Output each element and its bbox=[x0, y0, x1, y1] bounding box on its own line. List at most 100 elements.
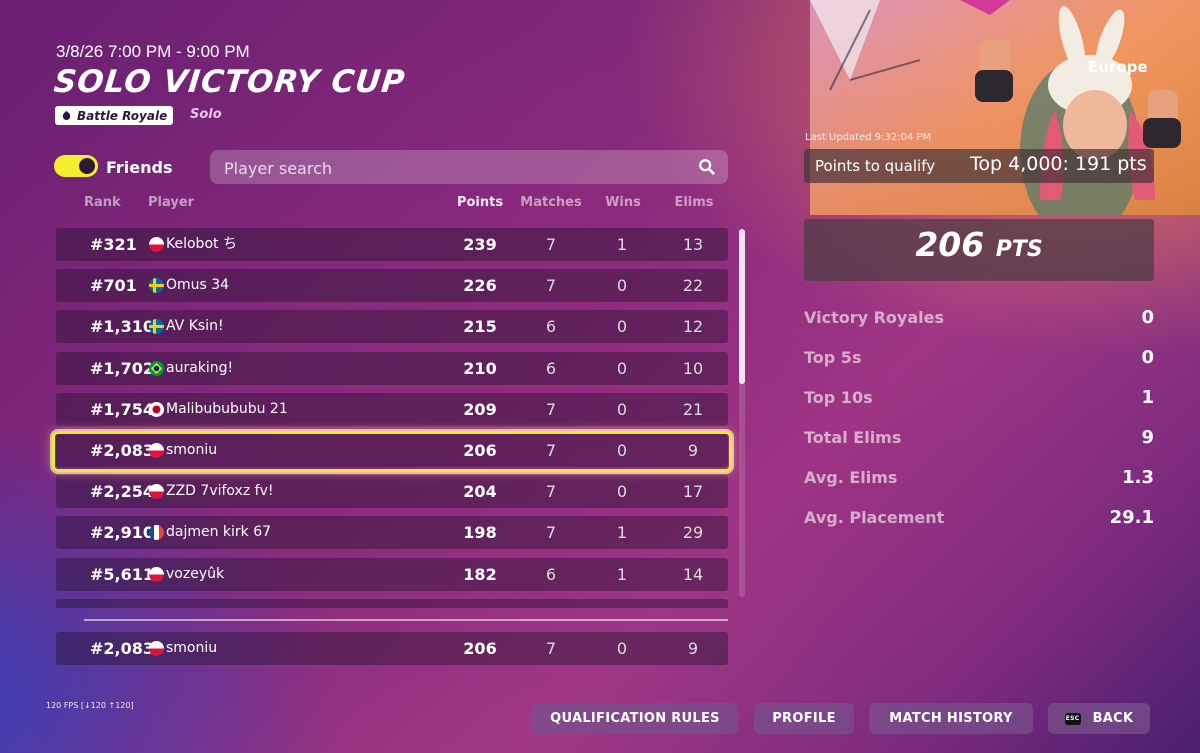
qualification-rules-button[interactable]: QUALIFICATION RULES bbox=[532, 703, 738, 734]
row-rank: #1,702 bbox=[90, 358, 155, 378]
row-matches: 7 bbox=[545, 399, 557, 419]
column-header-rank: Rank bbox=[84, 195, 121, 210]
player-search[interactable] bbox=[210, 150, 728, 186]
scrollbar-thumb[interactable] bbox=[739, 229, 745, 384]
stat-value: 1 bbox=[1141, 387, 1154, 408]
battle-royale-icon bbox=[62, 110, 71, 121]
self-row-container: #2,083 smoniu 206 7 0 9 bbox=[56, 632, 728, 665]
row-player-name: AV Ksin! bbox=[166, 318, 224, 335]
match-history-button[interactable]: MATCH HISTORY bbox=[869, 703, 1033, 734]
row-matches: 7 bbox=[545, 276, 557, 296]
search-icon[interactable] bbox=[698, 158, 716, 176]
row-points: 226 bbox=[463, 276, 497, 296]
profile-button[interactable]: PROFILE bbox=[754, 703, 854, 734]
stat-value: 29.1 bbox=[1109, 507, 1154, 528]
column-header-wins[interactable]: Wins bbox=[593, 195, 653, 210]
stat-label: Top 10s bbox=[804, 388, 873, 407]
row-player-name: Kelobot ち bbox=[166, 236, 237, 252]
leaderboard-row[interactable]: #2,254 ZZD 7vifoxz fv! 204 7 0 17 bbox=[56, 475, 728, 509]
row-player-name: vozeyûk bbox=[166, 565, 225, 582]
self-wins: 0 bbox=[616, 639, 628, 658]
self-row[interactable]: #2,083 smoniu 206 7 0 9 bbox=[56, 632, 728, 665]
row-rank: #1,754 bbox=[90, 399, 155, 419]
stat-value: 1.3 bbox=[1122, 467, 1154, 488]
qualification-rules-label: QUALIFICATION RULES bbox=[550, 711, 720, 726]
stat-value: 9 bbox=[1141, 427, 1154, 448]
row-wins: 0 bbox=[616, 482, 628, 502]
stat-value: 0 bbox=[1141, 347, 1154, 368]
row-player-name: ZZD 7vifoxz fv! bbox=[166, 483, 274, 500]
row-player-name: Malibubububu 21 bbox=[166, 400, 288, 417]
event-title: SOLO VICTORY CUP bbox=[52, 64, 408, 100]
row-matches: 7 bbox=[545, 235, 557, 254]
leaderboard-list[interactable]: #321 Kelobot ち 239 7 1 13 #701 Omus 34 226 7 0 22 #1… bbox=[56, 228, 728, 608]
column-header-elims[interactable]: Elims bbox=[664, 195, 724, 210]
stat-label: Total Elims bbox=[804, 428, 902, 447]
row-wins: 0 bbox=[616, 317, 628, 337]
brazil-flag-icon bbox=[149, 360, 164, 376]
back-button[interactable]: ESC BACK bbox=[1048, 703, 1150, 734]
mode-badge: Battle Royale bbox=[55, 106, 174, 125]
row-rank: #2,254 bbox=[90, 482, 155, 502]
event-date-time: 3/8/26 7:00 PM - 9:00 PM bbox=[56, 42, 250, 61]
row-wins: 1 bbox=[616, 235, 628, 254]
match-history-label: MATCH HISTORY bbox=[889, 711, 1013, 726]
row-matches: 6 bbox=[545, 358, 557, 378]
leaderboard-row-partial[interactable] bbox=[56, 598, 728, 608]
row-wins: 0 bbox=[616, 358, 628, 378]
leaderboard-row[interactable]: #321 Kelobot ち 239 7 1 13 bbox=[56, 228, 728, 261]
row-elims: 10 bbox=[682, 358, 704, 378]
row-elims: 14 bbox=[682, 564, 704, 584]
row-points: 210 bbox=[463, 358, 497, 378]
player-search-input[interactable] bbox=[222, 150, 686, 186]
row-points: 182 bbox=[463, 564, 497, 584]
leaderboard-row[interactable]: #2,910 dajmen kirk 67 198 7 1 29 bbox=[56, 516, 728, 550]
leaderboard-row[interactable]: #5,611 vozeyûk 182 6 1 14 bbox=[56, 557, 728, 591]
back-label: BACK bbox=[1092, 711, 1134, 726]
self-player-name: smoniu bbox=[166, 640, 218, 656]
self-matches: 7 bbox=[545, 639, 557, 658]
leaderboard-row[interactable]: #701 Omus 34 226 7 0 22 bbox=[56, 269, 728, 303]
poland-flag-icon bbox=[149, 641, 164, 656]
row-points: 198 bbox=[463, 523, 497, 543]
stat-label: Avg. Elims bbox=[804, 468, 898, 487]
fps-counter: 120 FPS [↓120 ↑120] bbox=[46, 701, 134, 710]
stat-label: Avg. Placement bbox=[804, 508, 945, 527]
region-label: Europe bbox=[1088, 58, 1148, 76]
row-matches: 7 bbox=[545, 482, 557, 502]
row-wins: 0 bbox=[616, 399, 628, 419]
leaderboard-row[interactable]: #1,754 Malibubububu 21 209 7 0 21 bbox=[56, 392, 728, 426]
stat-label: Top 5s bbox=[804, 348, 862, 367]
row-rank: #1,310 bbox=[90, 317, 155, 337]
profile-label: PROFILE bbox=[772, 711, 836, 726]
current-player-highlight bbox=[52, 431, 732, 472]
leaderboard-row[interactable]: #1,310 AV Ksin! 215 6 0 12 bbox=[56, 310, 728, 344]
qualify-label: Points to qualify bbox=[815, 157, 936, 175]
japan-flag-icon bbox=[149, 401, 164, 417]
row-elims: 22 bbox=[682, 276, 704, 296]
friends-label: Friends bbox=[106, 158, 173, 177]
leaderboard-row[interactable]: #1,702 auraking! 210 6 0 10 bbox=[56, 351, 728, 385]
row-rank: #321 bbox=[90, 235, 137, 254]
row-rank: #2,910 bbox=[90, 523, 155, 543]
row-points: 209 bbox=[463, 399, 497, 419]
row-points: 204 bbox=[463, 482, 497, 502]
column-header-points[interactable]: Points bbox=[450, 195, 510, 210]
stat-value: 0 bbox=[1141, 307, 1154, 328]
poland-flag-icon bbox=[149, 566, 164, 582]
row-elims: 21 bbox=[682, 399, 704, 419]
row-wins: 0 bbox=[616, 276, 628, 296]
row-elims: 12 bbox=[682, 317, 704, 337]
row-matches: 6 bbox=[545, 317, 557, 337]
column-header-matches[interactable]: Matches bbox=[520, 195, 582, 210]
sweden-flag-icon bbox=[149, 319, 164, 335]
self-elims: 9 bbox=[687, 639, 699, 658]
qualify-value: Top 4,000: 191 pts bbox=[970, 153, 1147, 175]
row-wins: 1 bbox=[616, 523, 628, 543]
points-unit: PTS bbox=[995, 237, 1043, 262]
column-header-player: Player bbox=[148, 195, 195, 210]
friends-toggle[interactable] bbox=[54, 155, 98, 177]
sweden-flag-icon bbox=[149, 278, 164, 294]
row-elims: 29 bbox=[682, 523, 704, 543]
mode-subtitle: Solo bbox=[190, 107, 222, 122]
